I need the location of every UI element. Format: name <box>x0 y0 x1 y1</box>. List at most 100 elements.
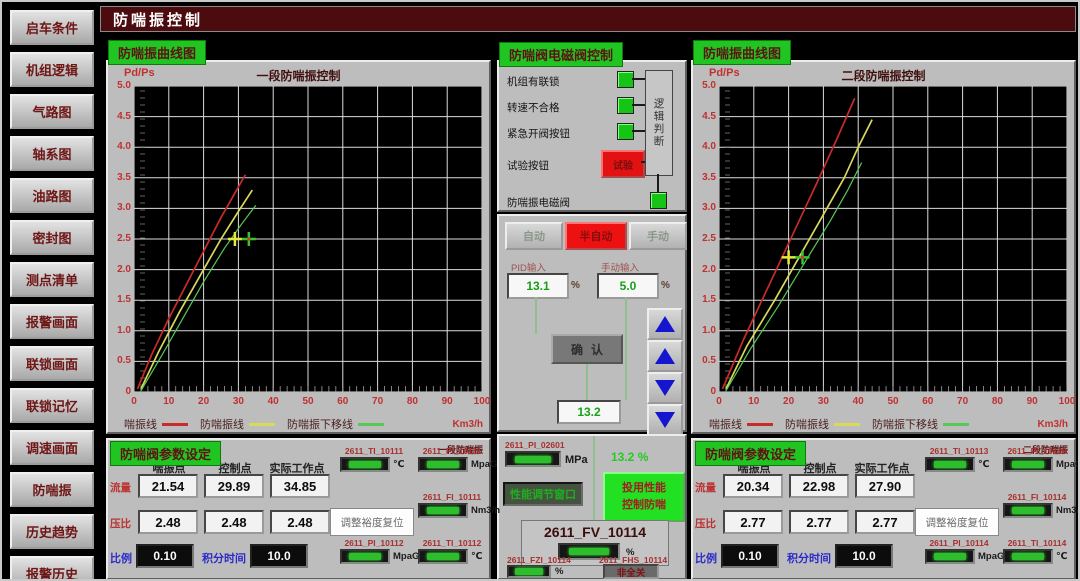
integral-time-label: 积分时间 <box>787 550 831 566</box>
param-value-field[interactable]: 22.98 <box>789 474 849 498</box>
surge-chart-stage1: 一段防喘振控制Pd/Ps5.04.54.03.53.02.52.01.51.00… <box>106 60 491 434</box>
solenoid-section-label: 防喘阀电磁阀控制 <box>499 42 623 67</box>
connector-line <box>641 161 645 163</box>
param-section-label: 防喘阀参数设定 <box>110 441 221 466</box>
param-value-field[interactable]: 20.34 <box>723 474 783 498</box>
increase-button[interactable] <box>647 340 683 372</box>
sidebar-item-6[interactable]: 测点清单 <box>10 262 94 297</box>
x-tick-label: 10 <box>743 396 765 407</box>
process-tag-display-4 <box>1003 549 1053 564</box>
speed-fail-label: 转速不合格 <box>507 100 560 115</box>
param-value-field[interactable]: 29.89 <box>204 474 264 498</box>
sidebar-item-8[interactable]: 联锁画面 <box>10 346 94 381</box>
process-tag-unit-3: MpaG <box>393 551 419 562</box>
x-tick-label: 0 <box>123 396 145 407</box>
solenoid-valve-label: 防喘振电磁阀 <box>507 195 570 210</box>
pressure-tag: 2611_PI_02601 <box>505 440 565 450</box>
y-tick-label: 4.5 <box>693 111 716 122</box>
y-tick-label: 4.0 <box>693 141 716 152</box>
sidebar-item-7[interactable]: 报警画面 <box>10 304 94 339</box>
process-tag-display-1 <box>1003 457 1053 472</box>
value-glow <box>515 568 542 575</box>
param-value-field[interactable]: 27.90 <box>855 474 915 498</box>
valve-percent-text: 13.2 % <box>611 450 648 464</box>
manual-input-field[interactable]: 5.0 <box>597 273 659 299</box>
sidebar-item-1[interactable]: 机组逻辑 <box>10 52 94 87</box>
decrease-button[interactable] <box>647 372 683 404</box>
param-panel-stage2: 防喘阀参数设定二段防喘振喘振点控制点实际工作点流量20.3422.9827.90… <box>691 438 1076 580</box>
param-value-field[interactable]: 2.48 <box>270 510 330 534</box>
manual-mode-button[interactable]: 手动 <box>629 222 687 250</box>
fast-decrease-button[interactable] <box>647 404 683 436</box>
process-tag-unit-4: ℃ <box>1056 551 1068 562</box>
proportional-field[interactable]: 0.10 <box>721 544 779 568</box>
sidebar-item-10[interactable]: 调速画面 <box>10 430 94 465</box>
sidebar-item-5[interactable]: 密封图 <box>10 220 94 255</box>
proportional-field[interactable]: 0.10 <box>136 544 194 568</box>
x-tick-label: 20 <box>778 396 800 407</box>
connector-line <box>632 78 645 80</box>
y-tick-label: 5.0 <box>693 80 716 91</box>
auto-mode-button[interactable]: 自动 <box>505 222 563 250</box>
connector-line <box>535 297 537 334</box>
param-value-field[interactable]: 2.77 <box>789 510 849 534</box>
x-tick-label: 30 <box>227 396 249 407</box>
x-tick-label: 50 <box>297 396 319 407</box>
x-tick-label: 100 <box>1056 396 1078 407</box>
process-tag-2: 2611_FI_10111 <box>414 492 490 502</box>
surge-chart-stage2: 二段防喘振控制Pd/Ps5.04.54.03.53.02.52.01.51.00… <box>691 60 1076 434</box>
sidebar-item-11[interactable]: 防喘振 <box>10 472 94 507</box>
output-value-field[interactable]: 13.2 <box>557 400 621 424</box>
confirm-button[interactable]: 确认 <box>551 334 623 364</box>
param-value-field[interactable]: 2.48 <box>204 510 264 534</box>
param-value-field[interactable]: 2.77 <box>855 510 915 534</box>
y-tick-label: 3.0 <box>108 202 131 213</box>
performance-window-button[interactable]: 性能调节窗口 <box>503 482 583 506</box>
process-tag-4: 2611_TI_10112 <box>414 538 490 548</box>
manual-input-unit: % <box>661 280 670 291</box>
y-tick-label: 0.5 <box>108 355 131 366</box>
param-value-field[interactable]: 2.48 <box>138 510 198 534</box>
sidebar-item-12[interactable]: 历史趋势 <box>10 514 94 549</box>
test-button[interactable]: 试验 <box>601 150 645 178</box>
y-tick-label: 1.0 <box>108 325 131 336</box>
sidebar-item-4[interactable]: 油路图 <box>10 178 94 213</box>
connector-line <box>593 436 595 520</box>
sidebar-item-0[interactable]: 启车条件 <box>10 10 94 45</box>
sidebar-item-9[interactable]: 联锁记忆 <box>10 388 94 423</box>
interlock-label: 机组有联锁 <box>507 74 560 89</box>
solenoid-valve-indicator <box>650 192 667 209</box>
y-tick-label: 0.5 <box>693 355 716 366</box>
sidebar-item-13[interactable]: 报警历史 <box>10 556 94 581</box>
param-value-field[interactable]: 34.85 <box>270 474 330 498</box>
adjust-margin-reset-button[interactable]: 调整裕度复位 <box>915 508 999 536</box>
integral-time-field[interactable]: 10.0 <box>835 544 893 568</box>
x-tick-label: 50 <box>882 396 904 407</box>
x-tick-label: 30 <box>812 396 834 407</box>
adjust-margin-reset-button[interactable]: 调整裕度复位 <box>330 508 414 536</box>
param-value-field[interactable]: 2.77 <box>723 510 783 534</box>
x-tick-label: 80 <box>401 396 423 407</box>
param-value-field[interactable]: 21.54 <box>138 474 198 498</box>
process-tag-display-1 <box>418 457 468 472</box>
legend-line-swatch <box>249 423 275 426</box>
value-glow <box>934 553 965 560</box>
x-tick-label: 20 <box>193 396 215 407</box>
arrow-up-icon <box>655 316 675 332</box>
x-tick-label: 60 <box>917 396 939 407</box>
semi-auto-mode-button[interactable]: 半自动 <box>565 222 627 250</box>
process-tag-unit-0: ℃ <box>978 459 990 470</box>
fast-increase-button[interactable] <box>647 308 683 340</box>
y-tick-label: 2.5 <box>108 233 131 244</box>
sidebar-item-2[interactable]: 气路图 <box>10 94 94 129</box>
enable-performance-button[interactable]: 投用性能 控制防喘 <box>603 472 685 522</box>
integral-time-field[interactable]: 10.0 <box>250 544 308 568</box>
param-panel-stage1: 防喘阀参数设定一段防喘振喘振点控制点实际工作点流量21.5429.8934.85… <box>106 438 491 580</box>
y-axis-label: Pd/Ps <box>124 67 155 79</box>
sidebar-item-3[interactable]: 轴系图 <box>10 136 94 171</box>
pid-input-field[interactable]: 13.1 <box>507 273 569 299</box>
x-tick-label: 70 <box>952 396 974 407</box>
legend-label: 喘振线 <box>124 416 157 432</box>
process-tag-display-3 <box>340 549 390 564</box>
valve-control-panel: 自动 半自动 手动 PID输入 手动输入 13.1 % 5.0 % 确认 13.… <box>497 214 687 432</box>
